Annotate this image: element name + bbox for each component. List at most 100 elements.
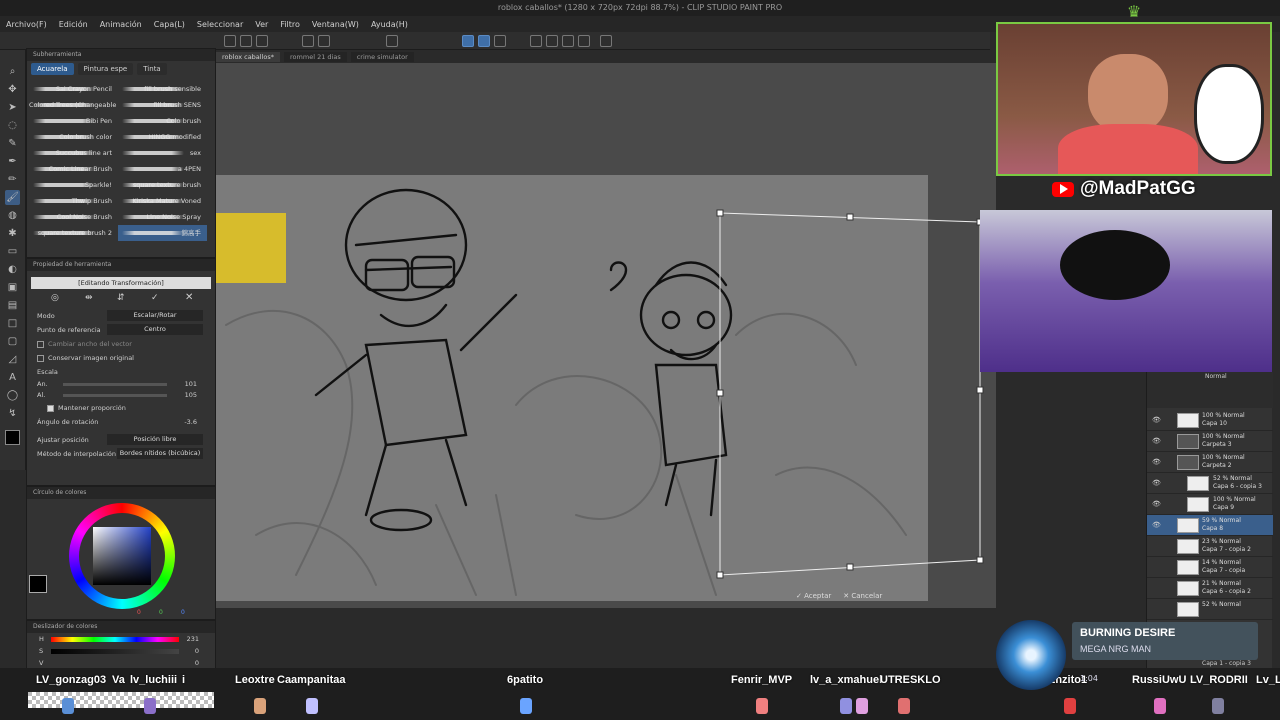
brush-item[interactable]: Thwip Brush: [29, 193, 118, 209]
brush-item[interactable]: Colo brush color: [29, 129, 118, 145]
brush-item[interactable]: HINGG modified: [118, 129, 207, 145]
brush-item[interactable]: Colored Trees (Changeable: [29, 97, 118, 113]
keep-proportion-checkbox[interactable]: [47, 404, 54, 412]
width-value[interactable]: 101: [185, 379, 197, 390]
main-color[interactable]: [29, 575, 47, 593]
brush-item[interactable]: Colo brush: [118, 113, 207, 129]
layer-row[interactable]: 14 % Normal Capa 7 - copia: [1147, 557, 1273, 578]
brush-item[interactable]: a 4PEN: [118, 161, 207, 177]
brush-item[interactable]: Kiriska Mature Voned: [118, 193, 207, 209]
ruler-icon[interactable]: [494, 35, 506, 47]
brush-item[interactable]: Line Noise Spray: [118, 209, 207, 225]
hue-value[interactable]: 231: [187, 633, 199, 645]
tab-pintura[interactable]: Pintura espe: [77, 63, 134, 75]
correct-line-icon[interactable]: ↯: [5, 406, 20, 421]
layer-row[interactable]: 👁 100 % Normal Carpeta 2: [1147, 452, 1273, 473]
operation-icon[interactable]: ➤: [5, 100, 20, 115]
eraser-icon[interactable]: ▭: [5, 244, 20, 259]
tab-rommel[interactable]: rommel 21 dias: [284, 51, 347, 62]
undo-icon[interactable]: [302, 35, 314, 47]
layer-row[interactable]: 👁 100 % Normal Capa 10: [1147, 410, 1273, 431]
layer-row[interactable]: 👁 100 % Normal Carpeta 3: [1147, 431, 1273, 452]
close-icon[interactable]: ✕: [185, 292, 193, 303]
brush-item[interactable]: fill brush sensible: [118, 81, 207, 97]
brush-icon[interactable]: 🖌: [5, 190, 20, 205]
save-icon[interactable]: [256, 35, 268, 47]
interpolation-select[interactable]: Bordes nítidos (bicúbica): [117, 448, 203, 459]
eye-icon[interactable]: 👁: [1152, 521, 1161, 529]
brush-item[interactable]: fill brush SENS: [118, 97, 207, 113]
menu-ayuda[interactable]: Ayuda(H): [365, 20, 414, 29]
fill-icon[interactable]: ▣: [5, 280, 20, 295]
brush-item[interactable]: square texture brush: [118, 177, 207, 193]
width-slider[interactable]: [63, 383, 167, 386]
height-value[interactable]: 105: [185, 390, 197, 401]
keep-original-checkbox[interactable]: [37, 354, 44, 362]
ruler-tool-icon[interactable]: ◿: [5, 352, 20, 367]
brush-item[interactable]: square texture brush 2: [29, 225, 118, 241]
sat-value[interactable]: 0: [195, 645, 199, 657]
crop-icon[interactable]: [530, 35, 542, 47]
menu-ventana[interactable]: Ventana(W): [306, 20, 365, 29]
flip-v-icon[interactable]: ⇵: [117, 293, 125, 303]
saturation-square[interactable]: [93, 527, 151, 585]
reference-select[interactable]: Centro: [107, 324, 203, 335]
menu-animacion[interactable]: Animación: [94, 20, 148, 29]
vector-width-checkbox[interactable]: [37, 340, 44, 348]
transform-bounding-box[interactable]: [700, 200, 1000, 590]
layer-row[interactable]: 52 % Normal: [1147, 599, 1273, 620]
blend-mode-select[interactable]: Normal: [1205, 373, 1227, 380]
airbrush-icon[interactable]: ◍: [5, 208, 20, 223]
brush-item[interactable]: sex: [118, 145, 207, 161]
layer-row[interactable]: 👁 52 % Normal Capa 6 - copia 3: [1147, 473, 1273, 494]
pin-icon[interactable]: [562, 35, 574, 47]
fit-icon[interactable]: [546, 35, 558, 47]
menu-seleccionar[interactable]: Seleccionar: [191, 20, 249, 29]
pencil-icon[interactable]: ✏: [5, 172, 20, 187]
height-slider[interactable]: [63, 394, 167, 397]
menu-edicion[interactable]: Edición: [53, 20, 94, 29]
zoom-icon[interactable]: ⌕: [5, 64, 20, 79]
brush-item[interactable]: Succubus line art: [29, 145, 118, 161]
menu-capa[interactable]: Capa(L): [148, 20, 191, 29]
brush-item[interactable]: Comic Linear Brush: [29, 161, 118, 177]
confirm-icon[interactable]: ✓: [151, 293, 159, 303]
selection-icon[interactable]: ◌: [5, 118, 20, 133]
brush-item[interactable]: Sparkle!: [29, 177, 118, 193]
pen-icon[interactable]: ✒: [5, 154, 20, 169]
gradient-icon[interactable]: ▤: [5, 298, 20, 313]
layer-row[interactable]: 23 % Normal Capa 7 - copia 2: [1147, 536, 1273, 557]
tab-acuarela[interactable]: Acuarela: [31, 63, 74, 75]
move-icon[interactable]: ✥: [5, 82, 20, 97]
main-color-swatch[interactable]: [5, 430, 20, 445]
open-icon[interactable]: [240, 35, 252, 47]
angle-value[interactable]: -3.6: [184, 415, 197, 429]
new-file-icon[interactable]: [224, 35, 236, 47]
brush-item[interactable]: Bibi Pen: [29, 113, 118, 129]
layer-icon[interactable]: [600, 35, 612, 47]
frame-icon[interactable]: ▢: [5, 334, 20, 349]
figure-icon[interactable]: □: [5, 316, 20, 331]
menu-archivo[interactable]: Archivo(F): [0, 20, 53, 29]
tab-crime-simulator[interactable]: crime simulator: [350, 51, 414, 62]
layer-row[interactable]: 👁 100 % Normal Capa 9: [1147, 494, 1273, 515]
accept-button[interactable]: ✓ Aceptar: [796, 592, 831, 600]
eye-icon[interactable]: 👁: [1152, 458, 1161, 466]
menu-ver[interactable]: Ver: [249, 20, 274, 29]
menu-filtro[interactable]: Filtro: [274, 20, 306, 29]
eyedropper-icon[interactable]: ✎: [5, 136, 20, 151]
eye-icon[interactable]: 👁: [1152, 479, 1161, 487]
cancel-button[interactable]: ✕ Cancelar: [843, 592, 882, 600]
grid-icon[interactable]: [578, 35, 590, 47]
brush-item[interactable]: Sai Crayon Pencil: [29, 81, 118, 97]
layer-row-selected[interactable]: 👁 59 % Normal Capa 8: [1147, 515, 1273, 536]
brush-item[interactable]: Cool Noise Brush: [29, 209, 118, 225]
brush-item-selected[interactable]: 錦高手: [118, 225, 207, 241]
hue-slider[interactable]: [51, 637, 179, 642]
layer-row[interactable]: 21 % Normal Capa 6 - copia 2: [1147, 578, 1273, 599]
sat-slider[interactable]: [51, 649, 179, 654]
blend-icon[interactable]: ◐: [5, 262, 20, 277]
target-icon[interactable]: ◎: [51, 293, 59, 303]
balloon-icon[interactable]: ◯: [5, 388, 20, 403]
snap-special-icon[interactable]: [478, 35, 490, 47]
